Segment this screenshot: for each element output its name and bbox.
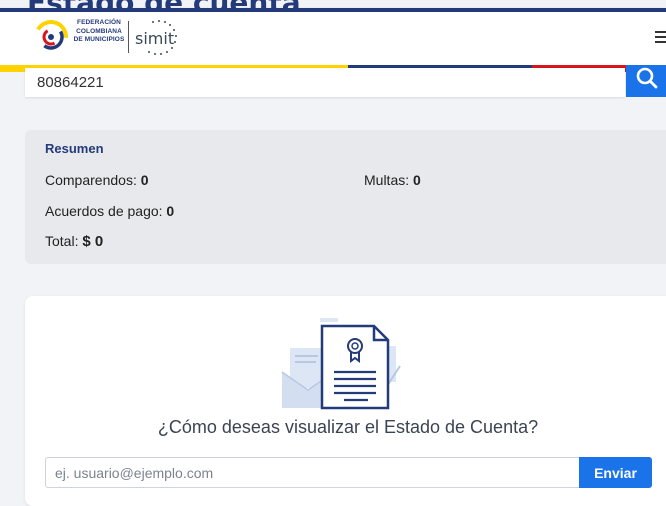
acuerdos-value: 0 — [166, 203, 175, 219]
document-certificate-illustration — [281, 318, 401, 410]
summary-title: Resumen — [45, 141, 104, 156]
comparendos-label: Comparendos: — [45, 172, 137, 188]
fcm-logo — [34, 20, 68, 54]
fcm-logo-line: COLOMBIANA — [76, 27, 122, 35]
send-button[interactable]: Enviar — [579, 457, 652, 488]
logo-divider — [128, 21, 129, 53]
search-input[interactable] — [25, 68, 625, 97]
total-line: Total: $ 0 — [45, 233, 103, 250]
total-label: Total: — [45, 233, 79, 249]
visualize-question: ¿Cómo deseas visualizar el Estado de Cue… — [157, 417, 539, 437]
fcm-logo-line: DE MUNICIPIOS — [73, 36, 125, 43]
multas-label: Multas: — [364, 172, 410, 188]
acuerdos-label: Acuerdos de pago: — [45, 203, 163, 219]
search-button[interactable] — [626, 65, 666, 97]
multas-value: 0 — [413, 172, 421, 188]
comparendos-line: Comparendos: 0 — [45, 172, 149, 188]
fcm-logo-text: FEDERACIÓN COLOMBIANA DE MUNICIPIOS — [71, 19, 127, 45]
fcm-logo-line: FEDERACIÓN — [77, 19, 121, 26]
search-icon — [636, 67, 658, 89]
total-value: $ 0 — [82, 233, 104, 250]
simit-logo-text: simit — [135, 29, 175, 48]
header-top-line — [0, 8, 666, 12]
email-input[interactable] — [45, 457, 580, 488]
hamburger-menu-icon[interactable] — [655, 31, 666, 43]
comparendos-value: 0 — [140, 172, 149, 188]
multas-line: Multas: 0 — [364, 172, 421, 188]
summary-card — [25, 130, 666, 264]
acuerdos-line: Acuerdos de pago: 0 — [45, 203, 174, 219]
